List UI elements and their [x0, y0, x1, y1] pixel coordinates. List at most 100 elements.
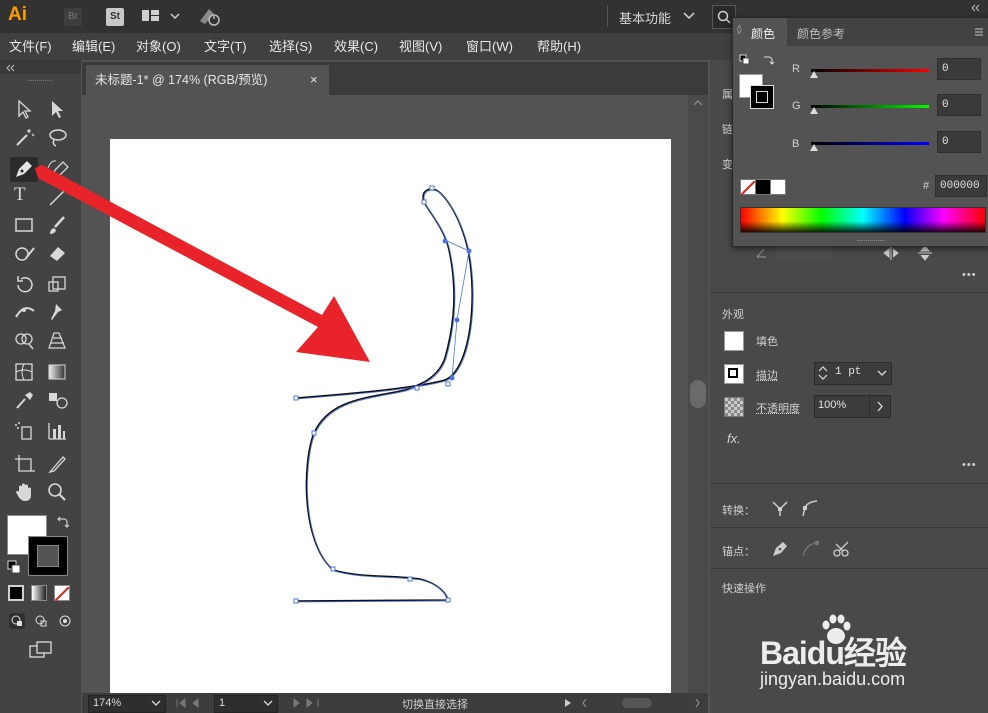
zoom-value: 174%: [93, 697, 121, 709]
anchor-point: [408, 577, 412, 581]
tab-color[interactable]: ◊ 颜色: [733, 18, 787, 46]
color-spectrum[interactable]: [740, 207, 986, 233]
scroll-thumb[interactable]: [690, 380, 706, 408]
fill-color-swatch[interactable]: [724, 331, 744, 351]
handle-point: [455, 318, 460, 323]
artboard-number: 1: [219, 697, 225, 709]
appearance-title: 外观: [722, 306, 744, 322]
red-slider-thumb[interactable]: [809, 70, 819, 79]
tool-hint: 切换直接选择: [402, 696, 468, 712]
convert-to-smooth-icon[interactable]: [800, 498, 820, 518]
blue-label: B: [792, 138, 799, 150]
stroke-label[interactable]: 描边: [756, 367, 778, 383]
watermark-brand: Baidu经验: [760, 628, 906, 674]
stroke-weight-value: 1 pt: [835, 366, 861, 378]
watermark: Baidu经验 jingyan.baidu.com: [760, 612, 950, 702]
tab-color-guide[interactable]: 颜色参考: [797, 25, 845, 42]
green-slider-thumb[interactable]: [809, 106, 819, 115]
hex-hash: #: [923, 180, 929, 192]
remove-anchor-icon[interactable]: [800, 539, 820, 559]
anchor-point: [331, 567, 335, 571]
anchor-point: [430, 186, 434, 190]
artboard-prev-icon[interactable]: [174, 697, 214, 709]
none-swatch[interactable]: [740, 179, 756, 195]
blue-slider[interactable]: [811, 142, 929, 145]
red-slider[interactable]: [811, 69, 929, 72]
anchor-point: [446, 598, 450, 602]
convert-label: 转换：: [722, 502, 755, 518]
chevron-down-icon: [151, 700, 161, 708]
chevron-right-icon: [870, 396, 890, 417]
fx-button[interactable]: fx.: [727, 431, 741, 446]
resize-grip[interactable]: [857, 240, 885, 243]
black-swatch[interactable]: [755, 179, 771, 195]
handle-point: [443, 239, 448, 244]
opacity-label[interactable]: 不透明度: [756, 400, 800, 416]
blue-slider-thumb[interactable]: [809, 143, 819, 152]
vertical-scrollbar[interactable]: [688, 95, 708, 693]
anchor-point: [415, 386, 419, 390]
status-menu-icon[interactable]: [562, 697, 574, 709]
white-swatch[interactable]: [770, 179, 786, 195]
divider: [710, 483, 988, 484]
collapse-panel-icon[interactable]: [968, 3, 984, 13]
bezier-handle-lines: [445, 240, 469, 378]
green-value[interactable]: 0: [937, 94, 981, 116]
color-panel: ◊ 颜色 颜色参考 R 0 G 0 B 0 # 000000: [732, 17, 988, 247]
artboard-select[interactable]: 1: [214, 695, 278, 713]
anchor-point: [312, 431, 316, 435]
more-options-transform[interactable]: •••: [962, 269, 977, 281]
hex-value[interactable]: 000000: [935, 175, 987, 197]
anchor-points: [294, 186, 450, 603]
stroke-color-box[interactable]: [750, 85, 774, 109]
anchor-label: 锚点：: [722, 543, 755, 559]
flip-horizontal-icon[interactable]: [883, 245, 899, 261]
fill-label: 填色: [756, 333, 778, 349]
red-value[interactable]: 0: [937, 58, 981, 80]
panel-menu-icon[interactable]: [973, 26, 985, 38]
watermark-url: jingyan.baidu.com: [760, 669, 905, 690]
chevron-down-icon[interactable]: [877, 370, 887, 378]
none-icon: [741, 181, 755, 195]
stepper-icon[interactable]: [818, 365, 828, 381]
quick-actions-title: 快速操作: [722, 580, 766, 596]
cut-path-icon[interactable]: [831, 539, 853, 559]
opacity-icon: [724, 397, 744, 417]
expand-icon[interactable]: ◊: [737, 25, 741, 35]
color-panel-tabs: ◊ 颜色 颜色参考: [733, 18, 988, 46]
divider: [710, 527, 988, 528]
anchor-point: [294, 396, 298, 400]
more-options-appearance[interactable]: •••: [962, 459, 977, 471]
anchor-point: [422, 200, 426, 204]
annotation-arrow: [35, 165, 370, 362]
path-artwork[interactable]: [0, 0, 710, 713]
tab-color-label: 颜色: [751, 25, 775, 42]
green-label: G: [792, 100, 801, 112]
divider: [710, 568, 988, 569]
green-slider[interactable]: [811, 105, 929, 108]
handle-point: [450, 376, 455, 381]
opacity-field[interactable]: 100%: [814, 395, 870, 418]
blue-value[interactable]: 0: [937, 131, 981, 153]
artboard-next-icon[interactable]: [282, 697, 322, 709]
swap-colors-icon[interactable]: [762, 54, 774, 66]
horizontal-scrollbar[interactable]: [582, 697, 702, 709]
stroke-weight-field[interactable]: 1 pt: [814, 362, 892, 385]
default-colors-icon[interactable]: [739, 54, 751, 66]
handle-point: [467, 249, 472, 254]
opacity-value: 100%: [818, 399, 846, 411]
zoom-select[interactable]: 174%: [88, 695, 166, 713]
opacity-slider-button[interactable]: [869, 395, 891, 418]
convert-to-corner-icon[interactable]: [770, 498, 790, 518]
anchor-point: [294, 599, 298, 603]
status-bar: 174% 1 切换直接选择: [82, 693, 708, 713]
red-label: R: [792, 63, 800, 75]
angle-field[interactable]: [754, 245, 834, 261]
flip-vertical-icon[interactable]: [917, 245, 933, 261]
chevron-down-icon: [263, 700, 273, 708]
anchor-point: [446, 382, 450, 386]
scroll-up-icon[interactable]: [688, 95, 708, 111]
anchor-pen-icon[interactable]: [770, 539, 790, 559]
divider: [710, 292, 988, 293]
stroke-color-swatch[interactable]: [724, 364, 744, 384]
